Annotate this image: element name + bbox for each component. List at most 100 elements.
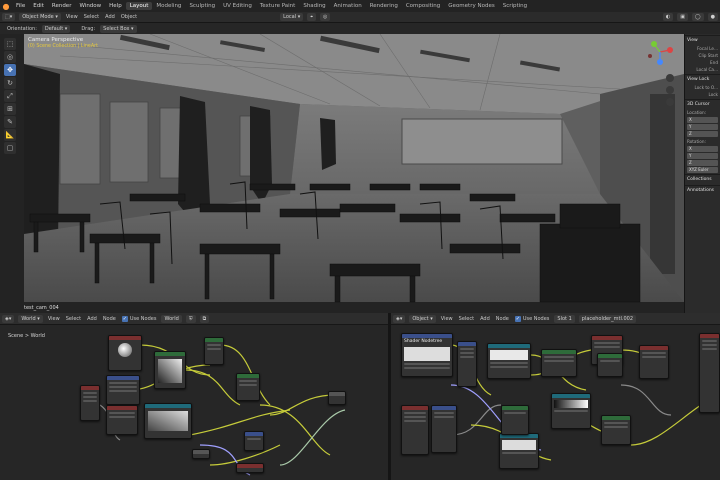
node-texture-coordinate-2[interactable] [401,405,429,455]
node-image-texture[interactable] [487,343,531,379]
workspace-tab-texture-paint[interactable]: Texture Paint [256,2,300,10]
workspace-tab-compositing[interactable]: Compositing [402,2,444,10]
node-value[interactable] [192,449,210,459]
viewport-menu-add[interactable]: Add [102,14,118,20]
new-datablock-icon[interactable]: ⧉ [199,314,210,323]
node-bump[interactable] [501,405,529,435]
cursor-location-x-field[interactable]: X [687,117,718,123]
workspace-tab-sculpting[interactable]: Sculpting [185,2,219,10]
menu-help[interactable]: Help [105,3,126,9]
workspace-tab-geometry-nodes[interactable]: Geometry Nodes [444,2,498,10]
workspace-tab-layout[interactable]: Layout [125,2,153,10]
world-datablock-selector[interactable]: World [161,314,182,323]
node-math[interactable] [244,431,264,451]
node-color-ramp-2[interactable] [551,393,591,429]
add-cube-icon[interactable]: ▢ [4,142,16,154]
node-principled-bsdf[interactable] [541,349,577,377]
overlay-icon[interactable]: ◐ [662,13,674,21]
menu-edit[interactable]: Edit [29,3,48,9]
node-texture-coordinate[interactable] [80,385,100,421]
node-shader-nodetree-group[interactable]: Shader Nodetree [401,333,453,377]
rotate-icon[interactable]: ↻ [4,77,16,89]
node-emission[interactable] [597,353,623,377]
node-separate-rgb[interactable] [457,341,477,387]
world-menu-view[interactable]: View [45,316,63,322]
select-box-icon[interactable]: ⬚ [4,38,16,50]
world-node-editor[interactable]: ◈▾ World ▾ View Select Add Node ✓ Use Nod… [0,313,388,480]
world-menu-add[interactable]: Add [84,316,100,322]
node-environment-texture[interactable] [108,335,142,371]
node-material-output[interactable] [699,333,720,413]
workspace-tab-animation[interactable]: Animation [330,2,366,10]
transform-icon[interactable]: ⊞ [4,103,16,115]
navigation-gizmo[interactable] [644,38,680,108]
world-menu-node[interactable]: Node [100,316,119,322]
shader-menu-node[interactable]: Node [493,316,512,322]
node-editor-type-icon[interactable]: ◈▾ [2,314,15,323]
drag-dropdown[interactable]: Select Box ▾ [100,24,137,33]
menu-file[interactable]: File [12,3,29,9]
viewport-menu-select[interactable]: Select [81,14,102,20]
3d-cursor-header[interactable]: 3D Cursor [685,99,720,109]
cursor-location-y-field[interactable]: Y [687,124,718,130]
editor-type-icon[interactable]: ⬚▾ [2,13,16,21]
node-color-ramp[interactable] [106,405,138,435]
node-mix-shader[interactable] [204,337,224,365]
node-noise-texture-2[interactable] [499,433,539,469]
3d-viewport[interactable] [0,34,720,313]
transform-space-dropdown[interactable]: Local ▾ [280,13,304,21]
viewport-menu-view[interactable]: View [63,14,81,20]
cursor-rotation-z-field[interactable]: Z [687,160,718,166]
node-mapping-2[interactable] [431,405,457,453]
orientation-dropdown[interactable]: Default ▾ [41,24,71,33]
object-shader-type-dropdown[interactable]: Object ▾ [409,314,436,323]
node-gradient-texture[interactable] [154,351,186,389]
collections-header[interactable]: Collections [685,174,720,184]
node-background[interactable] [236,373,260,401]
solid-shading-icon[interactable]: ● [707,13,718,21]
cursor-rotation-y-field[interactable]: Y [687,153,718,159]
node-invert[interactable] [639,345,669,379]
world-use-nodes-toggle[interactable]: ✓ Use Nodes [119,315,160,322]
measure-icon[interactable]: 📐 [4,129,16,141]
snap-icon[interactable]: ⌖ [307,13,317,21]
material-selector[interactable]: placeholder_mtl.002 [578,314,637,323]
node-mix-shader-2[interactable] [601,415,631,445]
workspace-tab-shading[interactable]: Shading [299,2,329,10]
rotation-mode-dropdown[interactable]: XYZ Euler [687,167,718,173]
menu-render[interactable]: Render [48,3,76,9]
cursor-icon[interactable]: ◎ [4,51,16,63]
shader-menu-select[interactable]: Select [456,316,477,322]
material-slot-dropdown[interactable]: Slot 1 [554,314,575,323]
workspace-tab-rendering[interactable]: Rendering [366,2,402,10]
node-reroute[interactable] [328,391,346,405]
shader-menu-view[interactable]: View [438,316,456,322]
xray-icon[interactable]: ▣ [677,13,689,21]
fake-user-icon[interactable]: ⛨ [185,314,196,323]
shader-node-editor[interactable]: ◈▾ Object ▾ View Select Add Node ✓ Use No… [391,313,720,480]
menu-window[interactable]: Window [75,3,105,9]
shader-use-nodes-toggle[interactable]: ✓ Use Nodes [512,315,553,322]
move-icon[interactable]: ✥ [4,64,16,76]
workspace-tab-uv-editing[interactable]: UV Editing [219,2,256,10]
workspace-tab-scripting[interactable]: Scripting [499,2,531,10]
mode-selector[interactable]: Object Mode ▾ [19,13,61,21]
proportional-edit-icon[interactable]: ◎ [320,13,331,21]
world-menu-select[interactable]: Select [63,316,84,322]
node-noise-texture[interactable] [144,403,192,439]
view-panel-header[interactable]: View [685,35,720,45]
node-world-output[interactable] [236,463,264,473]
annotate-icon[interactable]: ✎ [4,116,16,128]
workspace-tab-modeling[interactable]: Modeling [152,2,185,10]
cursor-rotation-x-field[interactable]: X [687,146,718,152]
wireframe-shading-icon[interactable]: ◯ [692,13,704,21]
view-lock-header[interactable]: View Lock [685,74,720,84]
blender-logo-icon[interactable]: ● [0,0,12,12]
annotations-header[interactable]: Annotations [685,185,720,195]
cursor-location-z-field[interactable]: Z [687,131,718,137]
shader-editor-type-icon[interactable]: ◈▾ [393,314,406,323]
scale-icon[interactable]: ⤢ [4,90,16,102]
shader-menu-add[interactable]: Add [477,316,493,322]
world-shader-type-dropdown[interactable]: World ▾ [18,314,43,323]
node-mapping[interactable] [106,375,140,405]
